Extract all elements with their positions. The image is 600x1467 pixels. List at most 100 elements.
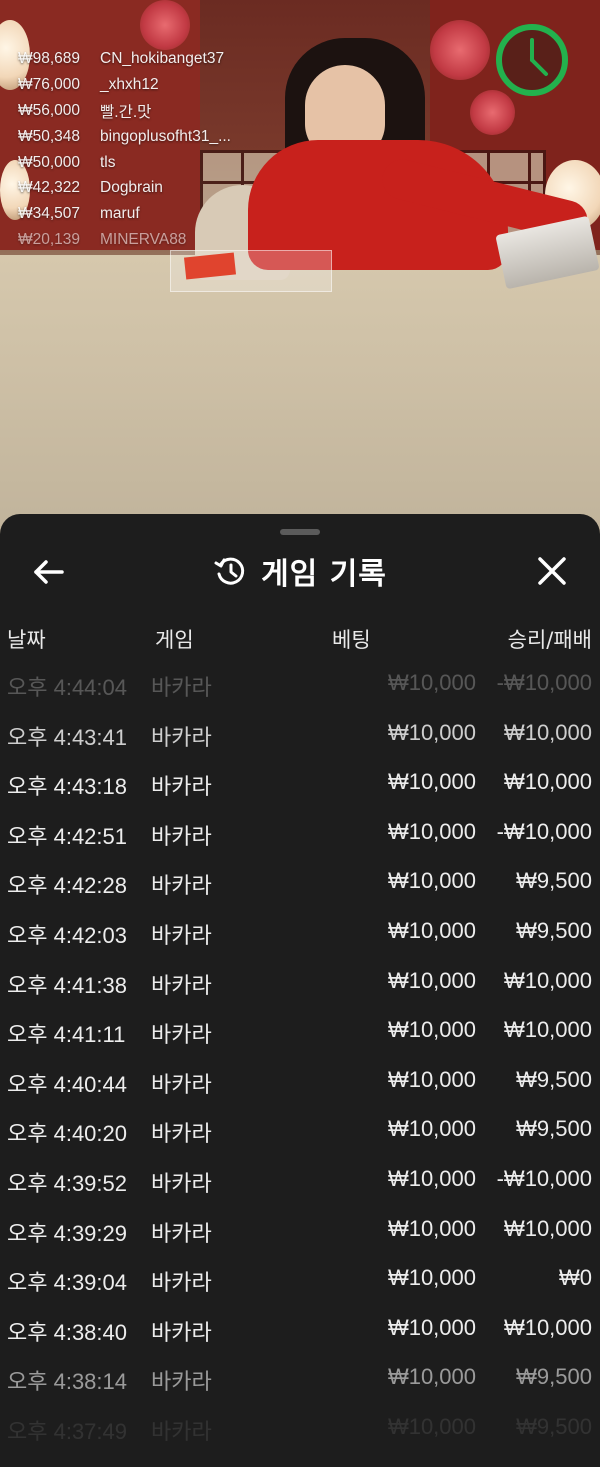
row-result: -₩10,000 xyxy=(496,818,592,844)
leaderboard-row: ₩42,322 Dogbrain xyxy=(18,175,231,201)
row-game: 바카라 xyxy=(151,675,212,700)
row-result: ₩9,500 xyxy=(516,1364,592,1390)
leaderboard-amount: ₩56,000 xyxy=(18,101,81,119)
history-row[interactable]: 오후 4:40:44 바카라 ₩10,000 ₩9,500 xyxy=(0,1057,600,1107)
row-result: ₩10,000 xyxy=(503,1017,592,1043)
history-icon xyxy=(214,557,245,585)
row-result: ₩9,500 xyxy=(516,1116,592,1142)
row-game: 바카라 xyxy=(151,972,212,998)
history-row[interactable]: 오후 4:42:28 바카라 ₩10,000 ₩9,500 xyxy=(0,858,600,908)
history-row[interactable]: 오후 4:39:29 바카라 ₩10,000 ₩10,000 xyxy=(0,1206,600,1256)
row-game: 바카라 xyxy=(151,873,212,899)
sheet-header: 게임 기록 xyxy=(0,546,600,596)
row-time: 오후 4:37:49 xyxy=(7,1418,127,1444)
row-result: -₩10,000 xyxy=(496,670,592,695)
leaderboard-amount: ₩50,000 xyxy=(18,153,81,171)
history-row[interactable]: 오후 4:38:14 바카라 ₩10,000 ₩9,500 xyxy=(0,1354,600,1404)
row-bet: ₩10,000 xyxy=(387,1116,476,1142)
leaderboard-row: ₩50,000 tls xyxy=(18,150,231,176)
column-header-date: 날짜 xyxy=(7,628,46,652)
history-row[interactable]: 오후 4:39:52 바카라 ₩10,000 -₩10,000 xyxy=(0,1156,600,1206)
row-game: 바카라 xyxy=(151,724,212,750)
row-game: 바카라 xyxy=(151,1418,212,1444)
row-time: 오후 4:39:04 xyxy=(7,1270,127,1296)
leaderboard-amount: ₩50,348 xyxy=(18,127,81,145)
column-header-bet: 베팅 xyxy=(332,628,371,652)
leaderboard-amount: ₩34,507 xyxy=(18,205,81,223)
row-bet: ₩10,000 xyxy=(387,1017,476,1043)
history-row[interactable]: 오후 4:42:51 바카라 ₩10,000 -₩10,000 xyxy=(0,809,600,859)
close-icon xyxy=(538,557,566,585)
leaderboard-amount: ₩98,689 xyxy=(18,49,81,67)
row-game: 바카라 xyxy=(151,1170,212,1196)
row-bet: ₩10,000 xyxy=(387,1265,476,1291)
history-row[interactable]: 오후 4:43:18 바카라 ₩10,000 ₩10,000 xyxy=(0,759,600,809)
row-time: 오후 4:40:20 xyxy=(7,1121,127,1147)
row-bet: ₩10,000 xyxy=(387,868,476,894)
row-bet: ₩10,000 xyxy=(387,917,476,943)
row-game: 바카라 xyxy=(151,1071,212,1097)
history-row[interactable]: 오후 4:41:38 바카라 ₩10,000 ₩10,000 xyxy=(0,958,600,1008)
row-game: 바카라 xyxy=(151,1319,212,1345)
leaderboard-row: ₩50,348 bingoplusofht31_... xyxy=(18,124,231,150)
game-history-sheet: 게임 기록 날짜 게임 베팅 승리/패배 오후 4:44:04 바카라 ₩10,… xyxy=(0,514,600,1467)
row-result: ₩9,500 xyxy=(516,917,592,943)
row-bet: ₩10,000 xyxy=(387,670,476,695)
game-table xyxy=(0,255,600,540)
history-row[interactable]: 오후 4:42:03 바카라 ₩10,000 ₩9,500 xyxy=(0,908,600,958)
leaderboard-user: Dogbrain xyxy=(100,179,163,197)
row-bet: ₩10,000 xyxy=(387,818,476,844)
row-bet: ₩10,000 xyxy=(387,1215,476,1241)
history-row[interactable]: 오후 4:43:41 바카라 ₩10,000 ₩10,000 xyxy=(0,710,600,760)
row-time: 오후 4:39:29 xyxy=(7,1220,127,1246)
history-row[interactable]: 오후 4:40:20 바카라 ₩10,000 ₩9,500 xyxy=(0,1106,600,1156)
row-result: ₩10,000 xyxy=(503,967,592,993)
row-game: 바카라 xyxy=(151,1022,212,1048)
leaderboard-user: MINERVA88 xyxy=(100,231,187,249)
row-bet: ₩10,000 xyxy=(387,1165,476,1191)
row-game: 바카라 xyxy=(151,823,212,849)
row-result: ₩9,500 xyxy=(516,1413,592,1439)
row-result: ₩10,000 xyxy=(503,1215,592,1241)
leaderboard-user: CN_hokibanget37 xyxy=(100,49,225,67)
history-list[interactable]: 오후 4:44:04 바카라 ₩10,000 -₩10,000 오후 4:43:… xyxy=(0,660,600,1454)
close-button[interactable] xyxy=(530,549,574,593)
row-result: ₩10,000 xyxy=(503,719,592,745)
clock-timer-icon xyxy=(496,24,568,96)
blossom xyxy=(470,90,515,135)
row-time: 오후 4:39:52 xyxy=(7,1170,127,1196)
leaderboard-row: ₩34,507 maruf xyxy=(18,201,231,227)
row-time: 오후 4:43:41 xyxy=(7,724,127,750)
history-row[interactable]: 오후 4:38:40 바카라 ₩10,000 ₩10,000 xyxy=(0,1305,600,1355)
leaderboard-user: _xhxh12 xyxy=(100,75,159,93)
row-result: ₩9,500 xyxy=(516,868,592,894)
row-time: 오후 4:44:04 xyxy=(7,675,127,700)
leaderboard-row: ₩20,139 MINERVA88 xyxy=(18,227,231,253)
row-time: 오후 4:38:40 xyxy=(7,1319,127,1345)
leaderboard-user: maruf xyxy=(100,205,140,223)
row-result: -₩10,000 xyxy=(496,1165,592,1191)
row-time: 오후 4:42:28 xyxy=(7,873,127,899)
row-time: 오후 4:42:03 xyxy=(7,922,127,948)
history-row[interactable]: 오후 4:41:11 바카라 ₩10,000 ₩10,000 xyxy=(0,1007,600,1057)
leaderboard-row: ₩98,689 CN_hokibanget37 xyxy=(18,46,231,72)
history-row[interactable]: 오후 4:39:04 바카라 ₩10,000 ₩0 xyxy=(0,1255,600,1305)
history-row[interactable]: 오후 4:44:04 바카라 ₩10,000 -₩10,000 xyxy=(0,660,600,710)
row-time: 오후 4:38:14 xyxy=(7,1369,127,1395)
row-bet: ₩10,000 xyxy=(387,719,476,745)
row-bet: ₩10,000 xyxy=(387,1066,476,1092)
row-time: 오후 4:43:18 xyxy=(7,774,127,800)
leaderboard-user: 빨.간.맛 xyxy=(100,103,152,121)
history-row[interactable]: 오후 4:37:49 바카라 ₩10,000 ₩9,500 xyxy=(0,1404,600,1454)
row-time: 오후 4:40:44 xyxy=(7,1071,127,1097)
row-bet: ₩10,000 xyxy=(387,1413,476,1439)
row-game: 바카라 xyxy=(151,1220,212,1246)
drag-handle[interactable] xyxy=(280,529,320,535)
leaderboard-amount: ₩20,139 xyxy=(18,231,81,249)
row-bet: ₩10,000 xyxy=(387,1364,476,1390)
leaderboard-user: bingoplusofht31_... xyxy=(100,127,231,145)
row-bet: ₩10,000 xyxy=(387,967,476,993)
blossom xyxy=(430,20,490,80)
blossom xyxy=(140,0,190,50)
row-bet: ₩10,000 xyxy=(387,769,476,795)
